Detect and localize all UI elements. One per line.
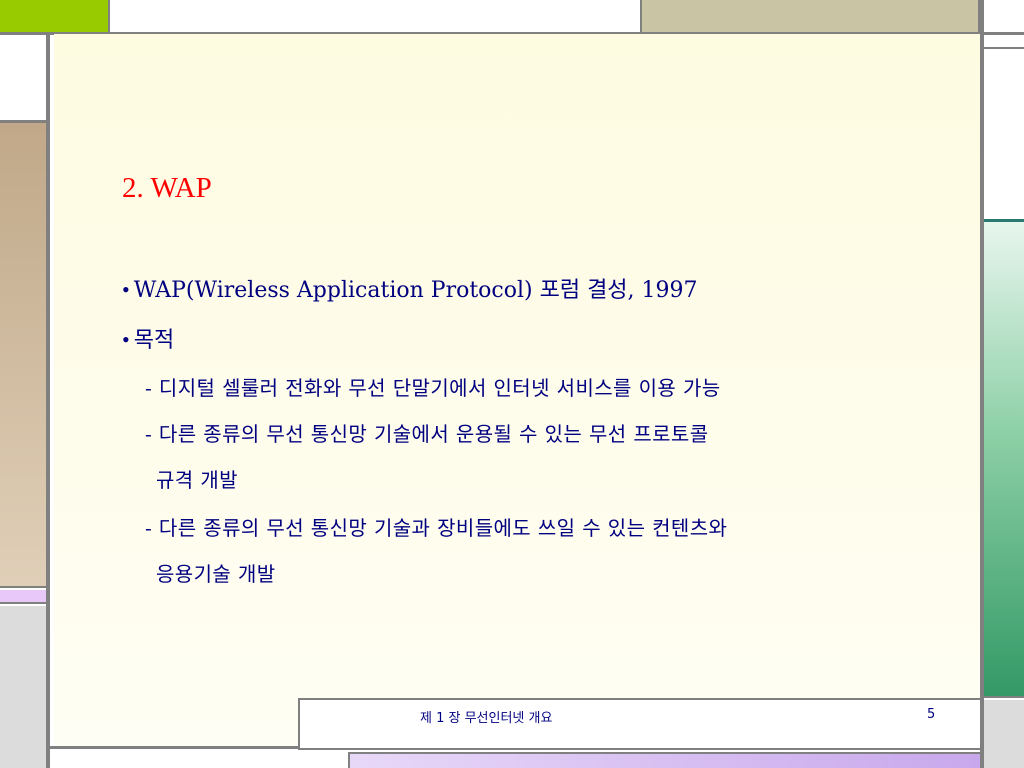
left-vertical-rule xyxy=(46,32,50,768)
bullet-text: WAP(Wireless Application Protocol) 포럼 결성… xyxy=(133,278,698,303)
bottom-horizontal-rule xyxy=(50,746,298,749)
gray-bottom-right-block xyxy=(984,700,1024,768)
lavender-left-strip xyxy=(0,590,46,604)
bullet-marker: • xyxy=(122,277,130,302)
khaki-top-bar xyxy=(640,0,980,32)
sub-item-3: - 다른 종류의 무선 통신망 기술과 장비들에도 쓰일 수 있는 컨텐츠와 xyxy=(145,516,728,540)
footer-box xyxy=(298,698,980,750)
bullet-marker: • xyxy=(122,327,130,352)
green-corner-block xyxy=(0,0,110,32)
bullet-wap-forum: • WAP(Wireless Application Protocol) 포럼 결… xyxy=(122,272,698,304)
sub-item-2-continued: 규격 개발 xyxy=(156,468,238,492)
green-gradient-right-strip xyxy=(984,222,1024,698)
sub-item-3-continued: 응용기술 개발 xyxy=(156,562,276,586)
footer-chapter-title: 제 1 장 무선인터넷 개요 xyxy=(420,711,553,726)
footer-lavender-strip xyxy=(348,752,980,768)
sub-item-1: - 디지털 셀룰러 전화와 무선 단말기에서 인터넷 서비스를 이용 가능 xyxy=(145,376,721,400)
gray-bottom-left-block xyxy=(0,606,46,768)
tan-left-strip xyxy=(0,120,46,588)
footer-page-number: 5 xyxy=(927,707,936,722)
slide-title: 2. WAP xyxy=(122,172,212,204)
sub-item-2: - 다른 종류의 무선 통신망 기술에서 운용될 수 있는 무선 프로토콜 xyxy=(145,422,709,446)
bullet-text: 목적 xyxy=(133,328,175,353)
bullet-purpose: • 목적 xyxy=(122,322,174,354)
